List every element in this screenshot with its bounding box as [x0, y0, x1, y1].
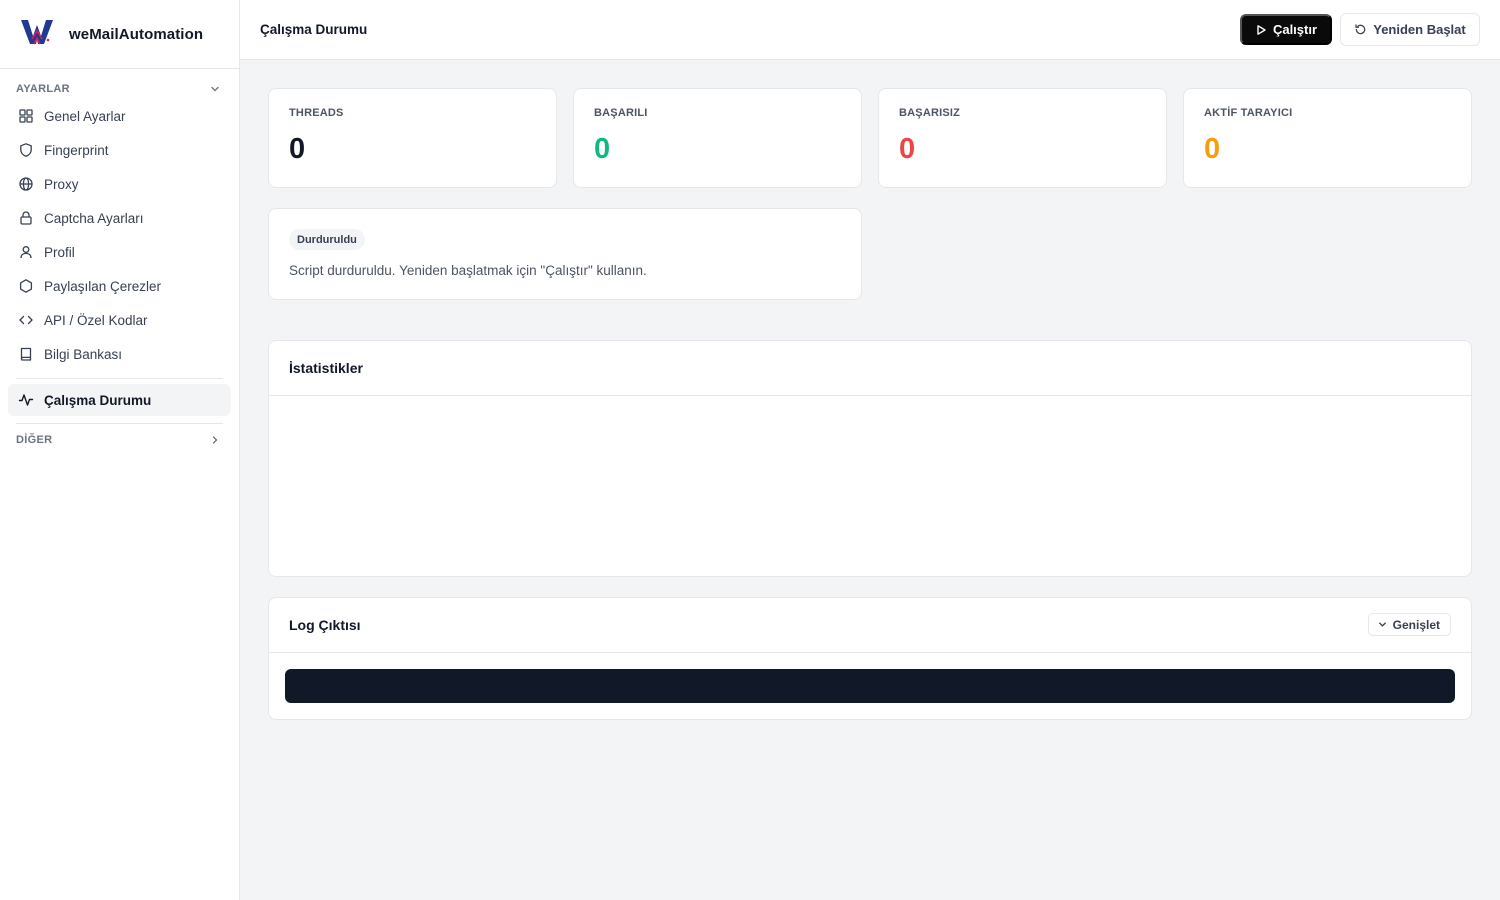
stat-value: 0	[899, 133, 916, 165]
statistics-title: İstatistikler	[289, 360, 363, 376]
book-icon	[20, 347, 32, 361]
run-button-label: Çalıştır	[1272, 22, 1318, 37]
sidebar-item-general-settings[interactable]: Genel Ayarlar	[8, 99, 231, 133]
status-card: Durduruldu Script durduruldu. Yeniden ba…	[268, 208, 862, 300]
log-console[interactable]	[285, 669, 1455, 703]
stat-label: AKTİF TARAYICI	[1204, 107, 1293, 119]
sidebar-item-knowledge-base[interactable]: Bilgi Bankası	[8, 337, 231, 371]
statistics-panel: İstatistikler	[268, 340, 1472, 577]
sidebar-item-label: Çalışma Durumu	[44, 392, 152, 408]
activity-icon	[18, 394, 34, 406]
sidebar-divider	[16, 423, 223, 424]
stat-card-successful: BAŞARILI 0	[573, 88, 862, 188]
other-section-label: DİĞER	[16, 434, 53, 446]
sidebar-item-label: Paylaşılan Çerezler	[44, 278, 162, 294]
log-panel: Log Çıktısı Genişlet	[268, 597, 1472, 720]
restart-button-label: Yeniden Başlat	[1373, 22, 1466, 37]
top-header: Çalışma Durumu Çalıştır Yeniden Başlat	[240, 0, 1500, 60]
panel-divider	[269, 652, 1471, 653]
restart-button[interactable]: Yeniden Başlat	[1340, 13, 1480, 46]
expand-button-label: Genişlet	[1392, 617, 1440, 632]
play-icon	[1257, 24, 1266, 35]
stat-value: 0	[289, 133, 306, 165]
sidebar-item-api-custom-code[interactable]: API / Özel Kodlar	[8, 303, 231, 337]
sidebar-item-label: API / Özel Kodlar	[44, 312, 148, 328]
sidebar-item-shared-cookies[interactable]: Paylaşılan Çerezler	[8, 269, 231, 303]
sidebar-item-profile[interactable]: Profil	[8, 235, 231, 269]
stat-label: BAŞARILI	[594, 107, 648, 119]
brand[interactable]: weMailAutomation	[0, 0, 239, 69]
brand-name: weMailAutomation	[69, 25, 204, 43]
sidebar-item-label: Captcha Ayarları	[44, 210, 144, 226]
expand-button[interactable]: Genişlet	[1367, 613, 1451, 636]
sidebar-divider	[16, 378, 223, 379]
stat-card-failed: BAŞARISIZ 0	[878, 88, 1167, 188]
stat-card-threads: THREADS 0	[268, 88, 557, 188]
chevron-down-icon	[1378, 622, 1386, 627]
wm-logo-icon	[20, 17, 56, 52]
sidebar-item-fingerprint[interactable]: Fingerprint	[8, 133, 231, 167]
log-title: Log Çıktısı	[289, 617, 361, 633]
stat-label: BAŞARISIZ	[899, 107, 961, 119]
settings-section-label: AYARLAR	[16, 83, 70, 95]
sidebar-item-captcha-settings[interactable]: Captcha Ayarları	[8, 201, 231, 235]
status-message: Script durduruldu. Yeniden başlatmak içi…	[289, 263, 647, 278]
stat-value: 0	[594, 133, 611, 165]
status-nav: Çalışma Durumu	[0, 384, 239, 416]
settings-section-header[interactable]: AYARLAR	[0, 79, 239, 99]
other-section-header[interactable]: DİĞER	[0, 430, 239, 450]
panel-divider	[269, 395, 1471, 396]
stat-value: 0	[1204, 133, 1221, 165]
globe-icon	[19, 177, 33, 191]
grid-icon	[19, 109, 33, 123]
code-icon	[19, 315, 33, 325]
rotate-ccw-icon	[1355, 24, 1366, 35]
sidebar-item-label: Fingerprint	[44, 142, 109, 158]
chevron-right-icon	[212, 436, 218, 444]
stat-label: THREADS	[289, 107, 344, 119]
chevron-down-icon	[211, 86, 219, 92]
settings-nav: Genel Ayarlar Fingerprint Proxy Captcha …	[0, 99, 239, 371]
stat-card-active-browsers: AKTİF TARAYICI 0	[1183, 88, 1472, 188]
hexagon-icon	[19, 279, 33, 293]
sidebar: weMailAutomation AYARLAR Genel Ayarlar F…	[0, 0, 240, 900]
page-title: Çalışma Durumu	[260, 22, 368, 37]
sidebar-item-label: Bilgi Bankası	[44, 346, 123, 362]
sidebar-item-label: Genel Ayarlar	[44, 108, 126, 124]
shield-icon	[20, 143, 32, 157]
user-icon	[20, 246, 32, 259]
sidebar-item-label: Proxy	[44, 176, 79, 192]
sidebar-item-label: Profil	[44, 244, 75, 260]
lock-icon	[20, 211, 32, 225]
status-badge: Durduruldu	[289, 229, 365, 250]
sidebar-item-run-status[interactable]: Çalışma Durumu	[8, 384, 231, 416]
run-button[interactable]: Çalıştır	[1240, 14, 1332, 45]
sidebar-item-proxy[interactable]: Proxy	[8, 167, 231, 201]
